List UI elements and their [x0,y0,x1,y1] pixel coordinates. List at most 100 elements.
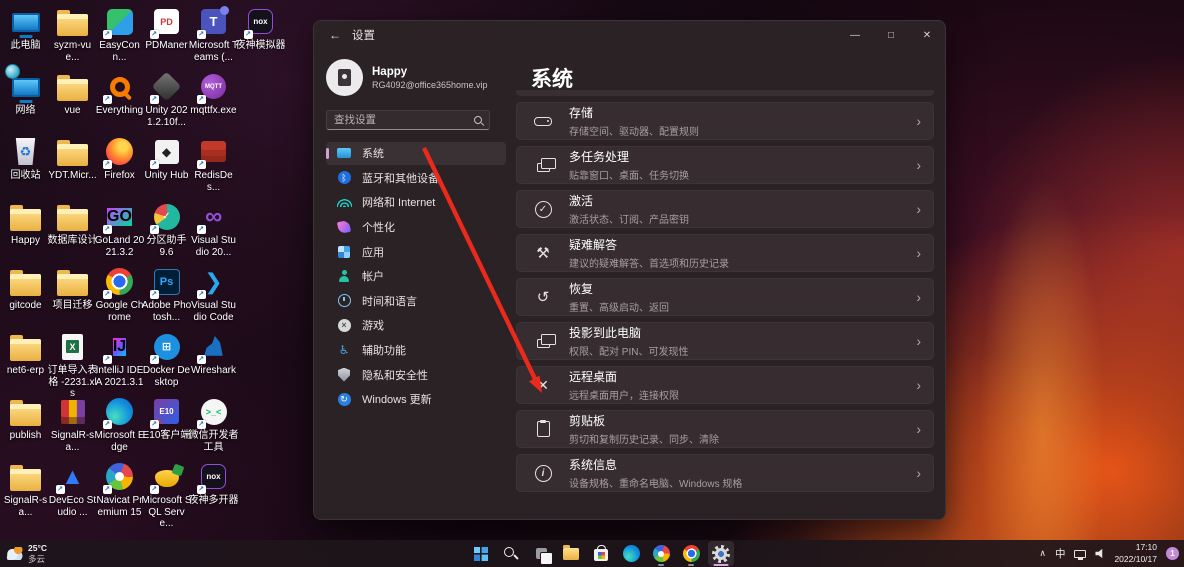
settings-card-activation[interactable]: ✓激活激活状态、订阅、产品密钥› [516,190,934,228]
desktop-icon[interactable]: Happy [1,200,51,247]
desktop-icon[interactable]: 项目迁移 [48,265,98,312]
network-tray-icon[interactable] [1074,550,1086,558]
desktop-icon[interactable]: nox↗夜神多开器 [189,460,239,507]
desktop-icon[interactable]: ↗Everything [95,70,145,117]
desktop-icon[interactable]: ↗Firefox [95,135,145,182]
settings-card-projection[interactable]: 投影到此电脑权限、配对 PIN、可发现性› [516,322,934,360]
desktop-icon[interactable]: ♻回收站 [1,135,51,182]
desktop-icon[interactable]: T↗Microsoft Teams (... [189,5,239,63]
card-title: 剪贴板 [569,412,902,429]
desktop-icon[interactable]: ✓↗分区助手 9.6 [142,200,192,258]
desktop-icon[interactable]: Ps↗Adobe Photosh... [142,265,192,323]
desktop-icon[interactable]: SignalR-sa... [1,460,51,518]
close-button[interactable]: ✕ [909,21,945,49]
desktop-icon[interactable]: ↗RedisDes... [189,135,239,193]
sidebar-item-bluetooth[interactable]: ᛒ蓝牙和其他设备 [326,167,506,190]
desktop-icon[interactable]: 网络 [1,70,51,117]
taskbar-start-button[interactable] [468,541,494,566]
desktop-icon[interactable]: gitcode [1,265,51,312]
app-icon-art: ◆↗ [150,135,184,168]
settings-card-clipboard[interactable]: 剪贴板剪切和复制历史记录、同步、清除› [516,410,934,448]
shortcut-arrow: ↗ [103,95,112,104]
sidebar-item-gaming[interactable]: ×游戏 [326,314,506,337]
desktop-icon[interactable]: ↗Microsoft Edge [95,395,145,453]
desktop-icon[interactable]: ▲↗DevEco Studio ... [48,460,98,518]
shortcut-arrow: ↗ [150,30,159,39]
settings-card-remote-desktop[interactable]: ✕远程桌面远程桌面用户，连接权限› [516,366,934,404]
sidebar-item-apps[interactable]: 应用 [326,240,506,263]
desktop-icon[interactable]: ↗EasyConn... [95,5,145,63]
sidebar-item-windows-update[interactable]: ↻Windows 更新 [326,388,506,411]
taskbar-navicat-button[interactable] [648,541,674,566]
maximize-button[interactable]: □ [873,21,909,49]
sidebar-item-time-language[interactable]: 时间和语言 [326,290,506,313]
app-icon-art: X [56,330,90,363]
desktop-icon[interactable]: E10↗E10客户端 [142,395,192,442]
taskbar-task-view-button[interactable] [528,541,554,566]
desktop-icon[interactable]: 数据库设计 [48,200,98,247]
chevron-right-icon: › [916,201,921,217]
desktop-icon[interactable]: ◆↗Unity Hub [142,135,192,182]
sidebar-item-personalization[interactable]: 个性化 [326,216,506,239]
sidebar-item-accessibility[interactable]: ♿辅助功能 [326,339,506,362]
card-subtitle: 建议的疑难解答、首选项和历史记录 [569,255,902,270]
goland-icon: GO [107,208,132,226]
desktop-icon[interactable]: PD↗PDManer [142,5,192,52]
desktop-icon[interactable]: SignalR-sa... [48,395,98,453]
desktop-icon[interactable]: GO↗GoLand 2021.3.2 [95,200,145,258]
desktop-icon[interactable]: IJ↗IntelliJ IDEA 2021.3.1 [95,330,145,388]
taskbar-settings-button[interactable] [708,541,734,566]
taskbar-chrome-button[interactable] [678,541,704,566]
settings-card-about[interactable]: i系统信息设备规格、重命名电脑、Windows 规格› [516,454,934,492]
desktop-icon[interactable]: ⊞↗Docker Desktop [142,330,192,388]
taskbar-edge-button[interactable] [618,541,644,566]
desktop-icon[interactable]: nox↗夜神模拟器 [236,5,286,52]
app-icon-art [9,5,43,38]
volume-icon[interactable] [1095,549,1105,559]
desktop-icon[interactable]: YDT.Micr... [48,135,98,182]
taskbar-file-explorer-button[interactable] [558,541,584,566]
settings-search-box[interactable] [326,110,490,130]
taskbar-store-button[interactable] [588,541,614,566]
sidebar-item-privacy[interactable]: 隐私和安全性 [326,363,506,386]
weather-icon [6,547,23,560]
shortcut-arrow: ↗ [103,30,112,39]
settings-card-recovery[interactable]: ↺恢复重置、高级启动、返回› [516,278,934,316]
desktop-icon[interactable]: ↗Unity 2021.2.10f... [142,70,192,128]
desktop-icon[interactable]: MQTT↗mqttfx.exe [189,70,239,117]
sidebar-item-accounts[interactable]: 帐户 [326,265,506,288]
notification-badge[interactable]: 1 [1166,547,1179,560]
settings-card-multitasking[interactable]: 多任务处理贴靠窗口、桌面、任务切换› [516,146,934,184]
taskbar-search-button[interactable] [498,541,524,566]
desktop-icon[interactable]: ↗Google Chrome [95,265,145,323]
tray-clock[interactable]: 17:10 2022/10/17 [1114,542,1157,564]
desktop-icon[interactable]: ∞↗Visual Studio 20... [189,200,239,258]
desktop-icon[interactable]: syzm-vue... [48,5,98,63]
sidebar-item-system[interactable]: 系统 [326,142,506,165]
desktop-icon[interactable]: ❯↗Visual Studio Code [189,265,239,323]
card-subtitle: 重置、高级启动、返回 [569,299,902,314]
desktop-icon[interactable]: ↗Microsoft SQL Serve... [142,460,192,530]
chevron-right-icon: › [916,377,921,393]
desktop-icon[interactable]: >_<↗微信开发者工具 [189,395,239,453]
desktop: 此电脑网络♻回收站Happygitcodenet6-erppublishSign… [0,0,1184,567]
weather-widget[interactable]: 25°C 多云 [6,540,47,567]
chevron-right-icon: › [916,289,921,305]
desktop-icon[interactable]: X订单导入表格 -2231.xls [48,330,98,400]
minimize-button[interactable]: — [837,21,873,49]
desktop-icon[interactable]: 此电脑 [1,5,51,52]
search-input[interactable] [334,114,470,126]
ime-indicator[interactable]: 中 [1055,546,1066,561]
desktop-icon[interactable]: ↗Navicat Premium 15 [95,460,145,518]
tray-chevron-icon[interactable]: ∧ [1039,548,1046,559]
sidebar-item-network[interactable]: 网络和 Internet [326,191,506,214]
desktop-icon[interactable]: vue [48,70,98,117]
desktop-icon[interactable]: net6-erp [1,330,51,377]
settings-card-storage[interactable]: 存储存储空间、驱动器、配置规则› [516,102,934,140]
settings-card-troubleshoot[interactable]: ⚒疑难解答建议的疑难解答、首选项和历史记录› [516,234,934,272]
desktop-icon[interactable]: ↗Wireshark [189,330,239,377]
desktop-icon[interactable]: publish [1,395,51,442]
time-language-icon [336,293,352,309]
user-card[interactable]: Happy RG4092@office365home.vip [326,59,506,96]
back-button[interactable]: ← [322,28,348,42]
